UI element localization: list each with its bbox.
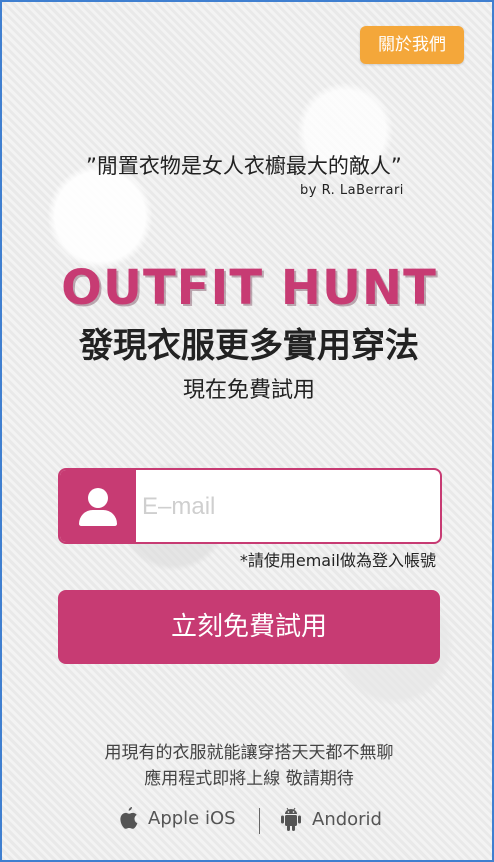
email-hint: *請使用email做為登入帳號 bbox=[239, 551, 436, 570]
quote-text: ”閒置衣物是女人衣櫥最大的敵人” bbox=[86, 154, 402, 178]
about-us-button[interactable]: 關於我們 bbox=[360, 26, 464, 64]
email-field-container bbox=[58, 468, 442, 544]
free-trial-button[interactable]: 立刻免費試用 bbox=[58, 590, 440, 664]
user-icon bbox=[60, 470, 136, 542]
brand-title: OUTFIT HUNT bbox=[61, 260, 437, 316]
platform-divider bbox=[259, 808, 260, 834]
android-label: Andorid bbox=[312, 808, 382, 830]
ios-label: Apple iOS bbox=[148, 807, 236, 829]
quote-author: by R. LaBerrari bbox=[300, 183, 404, 198]
subheadline: 現在免費試用 bbox=[182, 378, 315, 403]
platform-links: Apple iOS Andorid bbox=[2, 806, 492, 836]
android-icon bbox=[281, 807, 301, 831]
android-link[interactable]: Andorid bbox=[280, 806, 382, 832]
apple-icon bbox=[120, 807, 138, 829]
headline: 發現衣服更多實用穿法 bbox=[79, 326, 419, 366]
email-input[interactable] bbox=[140, 470, 434, 542]
ios-link[interactable]: Apple iOS bbox=[118, 806, 236, 830]
landing-page: 關於我們 ”閒置衣物是女人衣櫥最大的敵人” by R. LaBerrari OU… bbox=[0, 0, 494, 862]
tagline-line1: 用現有的衣服就能讓穿搭天天都不無聊 bbox=[104, 743, 394, 763]
tagline-line2: 應用程式即將上線 敬請期待 bbox=[144, 769, 354, 789]
